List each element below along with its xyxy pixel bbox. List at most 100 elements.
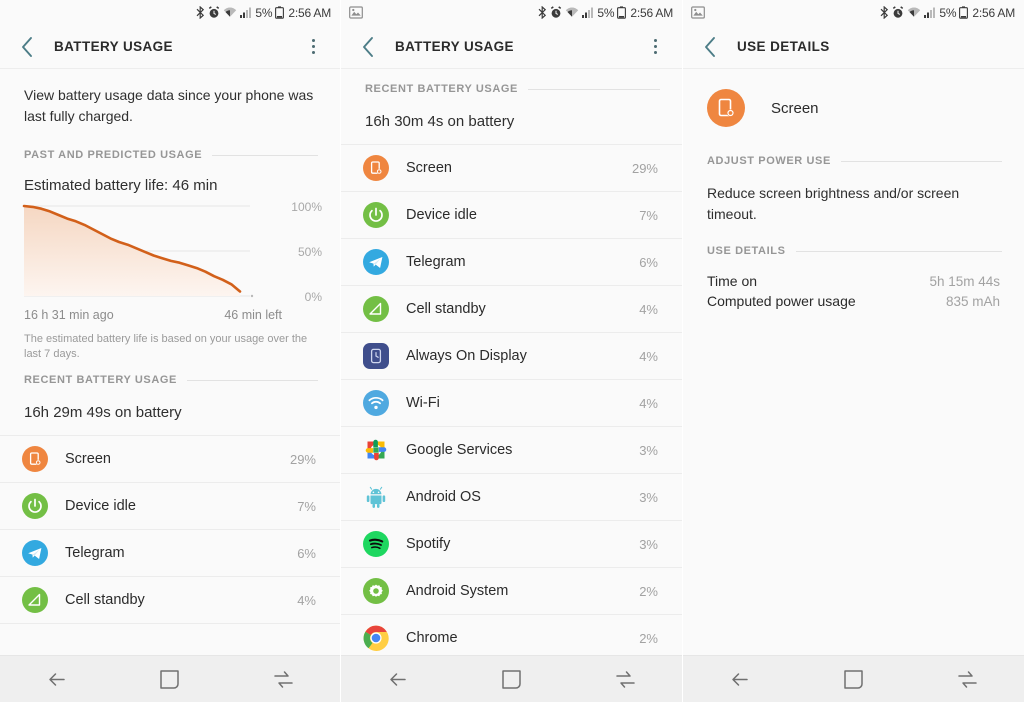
section-label: ADJUST POWER USE [707,155,831,167]
back-nav-icon[interactable] [374,662,422,696]
chart-left-label: 16 h 31 min ago [24,308,114,322]
battery-usage-row-percent: 4% [639,348,658,364]
section-past-and-predicted: PAST AND PREDICTED USAGE [0,145,340,165]
section-recent-battery-usage: RECENT BATTERY USAGE [0,370,340,390]
app-bar: USE DETAILS [683,25,1024,69]
cell-signal-icon [363,296,389,322]
android-robot-icon [363,484,389,510]
use-details-list: Time on 5h 15m 44s Computed power usage 835… [683,261,1024,311]
section-recent-battery-usage: RECENT BATTERY USAGE [341,71,682,99]
battery-usage-row-percent: 7% [639,207,658,223]
screen-icon [22,446,48,472]
back-chevron-icon[interactable] [14,34,40,60]
screen-icon [707,89,745,127]
back-chevron-icon[interactable] [355,34,381,60]
use-detail-key: Computed power usage [707,293,856,309]
battery-icon [617,6,627,19]
chart-x-axis-labels: 16 h 31 min ago 46 min left [0,304,340,322]
status-bar-clock: 2:56 AM [630,5,673,20]
wifi-icon [907,6,921,19]
recents-nav-icon[interactable] [601,662,649,696]
chart-y-axis-labels: 100% 50% 0% [278,200,322,304]
battery-usage-row[interactable]: Android OS 3% [341,474,682,521]
bluetooth-icon [880,6,889,19]
navigation-bar [341,655,682,702]
panel3-content: Screen ADJUST POWER USE Reduce screen br… [683,69,1024,655]
intro-text: View battery usage data since your phone… [24,87,314,124]
battery-usage-row[interactable]: Device idle 7% [0,483,340,530]
status-bar-notifications [691,6,705,19]
recents-nav-icon[interactable] [259,662,307,696]
battery-usage-row[interactable]: Android System 2% [341,568,682,615]
battery-usage-row[interactable]: Screen 29% [0,436,340,483]
battery-usage-row[interactable]: Cell standby 4% [0,577,340,624]
back-nav-icon[interactable] [716,662,764,696]
status-bar-notifications [349,6,363,19]
battery-usage-row[interactable]: Chrome 2% [341,615,682,655]
back-nav-icon[interactable] [33,662,81,696]
battery-usage-row[interactable]: Google Services 3% [341,427,682,474]
overflow-menu-icon[interactable] [300,34,326,60]
page-title: USE DETAILS [737,39,830,54]
section-label: PAST AND PREDICTED USAGE [24,149,203,161]
section-label: RECENT BATTERY USAGE [365,83,518,95]
battery-usage-row[interactable]: Spotify 3% [341,521,682,568]
y-tick-100: 100% [291,200,322,214]
recents-nav-icon[interactable] [943,662,991,696]
signal-icon [240,6,252,19]
battery-usage-row-label: Android System [406,583,509,599]
battery-icon [959,6,969,19]
status-bar: 5% 2:56 AM [0,0,340,25]
chart-svg [22,204,254,298]
android-system-gear-icon [363,578,389,604]
section-divider [186,379,318,381]
battery-usage-row-label: Cell standby [406,301,486,317]
detail-app-name: Screen [771,99,819,117]
panel-use-details: 5% 2:56 AM USE DETAILS Screen ADJUST POW… [683,0,1024,702]
battery-percent: 5% [597,5,615,20]
overflow-menu-icon[interactable] [642,34,668,60]
battery-usage-row-percent: 3% [639,536,658,552]
on-battery-duration: 16h 30m 4s on battery [341,99,682,145]
status-bar-system-icons: 5% 2:56 AM [880,6,1015,20]
battery-usage-row[interactable]: Telegram 6% [341,239,682,286]
home-nav-icon[interactable] [829,662,877,696]
battery-usage-row-label: Device idle [406,207,477,223]
battery-usage-row[interactable]: Wi-Fi 4% [341,380,682,427]
screenshot-root: 5% 2:56 AM BATTERY USAGE View battery us… [0,0,1024,702]
battery-usage-row[interactable]: Telegram 6% [0,530,340,577]
section-divider [795,250,1002,252]
section-adjust-power-use: ADJUST POWER USE [683,151,1024,171]
battery-usage-row[interactable]: Always On Display 4% [341,333,682,380]
home-nav-icon[interactable] [487,662,535,696]
battery-usage-row-label: Chrome [406,630,458,646]
use-detail-value: 5h 15m 44s [929,274,1000,289]
section-divider [840,160,1002,162]
home-nav-icon[interactable] [146,662,194,696]
battery-usage-row[interactable]: Screen 29% [341,145,682,192]
battery-usage-row-label: Spotify [406,536,451,552]
chart-right-label: 46 min left [224,308,282,322]
alarm-icon [550,6,562,19]
battery-usage-row[interactable]: Cell standby 4% [341,286,682,333]
section-use-details: USE DETAILS [683,241,1024,261]
status-bar: 5% 2:56 AM [341,0,682,25]
on-battery-duration: 16h 29m 49s on battery [0,390,340,436]
battery-usage-row-percent: 29% [631,160,658,176]
image-icon [349,6,363,19]
use-detail-key: Time on [707,273,758,289]
signal-icon [582,6,594,19]
telegram-icon [363,249,389,275]
alarm-icon [892,6,904,19]
back-chevron-icon[interactable] [697,34,723,60]
navigation-bar [0,655,340,702]
use-detail-row: Time on 5h 15m 44s [683,271,1024,291]
battery-usage-row-label: Telegram [65,545,125,561]
battery-usage-row[interactable]: Device idle 7% [341,192,682,239]
status-bar-system-icons: 5% 2:56 AM [196,6,331,20]
section-divider [527,88,660,90]
battery-usage-row-percent: 2% [639,583,658,599]
battery-usage-row-label: Always On Display [406,348,527,364]
screen-icon [363,155,389,181]
battery-usage-row-percent: 3% [639,489,658,505]
